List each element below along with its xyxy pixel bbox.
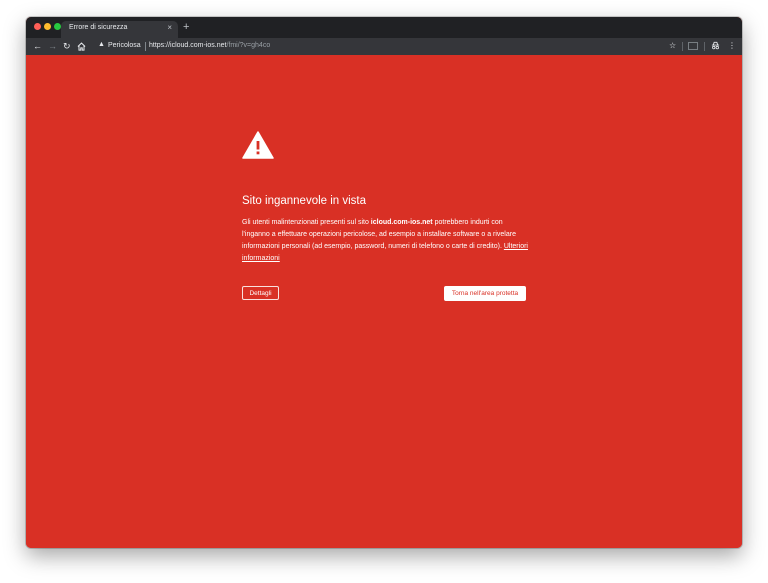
url-path: /fmi/?v=gh4co [226, 42, 271, 49]
details-button[interactable]: Dettagli [242, 286, 279, 300]
warning-description: Gli utenti malintenzionati presenti sul … [242, 217, 532, 265]
back-to-safety-button[interactable]: Torna nell'area protetta [444, 286, 526, 301]
url-host: https://icloud.com-ios.net [149, 42, 227, 49]
tab-title: Errore di sicurezza [69, 24, 128, 31]
new-tab-icon[interactable]: + [183, 21, 189, 33]
reload-icon[interactable]: ↻ [63, 39, 71, 53]
dangerous-domain: icloud.com-ios.net [370, 219, 433, 226]
omnibox-separator [145, 42, 146, 51]
page-title: Sito ingannevole in vista [242, 195, 367, 207]
kebab-menu-icon[interactable]: ⋮ [728, 39, 736, 53]
incognito-icon[interactable] [711, 39, 720, 53]
url-text[interactable]: https://icloud.com-ios.net/fmi/?v=gh4co [149, 42, 270, 49]
close-window-button[interactable] [34, 23, 41, 30]
toolbar-divider [704, 42, 705, 51]
home-icon[interactable] [77, 39, 86, 53]
toolbar: ← → ↻ ▲ Pericolosa https://icloud.com-io… [26, 38, 742, 55]
back-arrow-icon[interactable]: ← [33, 39, 42, 53]
security-status-label[interactable]: Pericolosa [108, 42, 141, 49]
close-icon[interactable]: × [167, 23, 172, 33]
interstitial-page: Sito ingannevole in vista Gli utenti mal… [26, 55, 742, 548]
warning-icon[interactable]: ▲ [98, 41, 105, 48]
tab-active[interactable]: Errore di sicurezza × [61, 21, 178, 38]
toolbar-divider [682, 42, 683, 51]
warning-triangle-icon [242, 131, 274, 159]
maximize-window-button[interactable] [54, 23, 61, 30]
body-text-start: Gli utenti malintenzionati presenti sul … [242, 219, 371, 226]
star-icon[interactable]: ☆ [669, 39, 676, 53]
browser-window: Errore di sicurezza × + ← → ↻ ▲ Pericolo… [26, 17, 742, 548]
tab-strip: Errore di sicurezza × + [26, 17, 742, 38]
cast-icon[interactable] [688, 39, 698, 53]
address-bar[interactable]: ▲ Pericolosa https://icloud.com-ios.net/… [92, 39, 652, 54]
minimize-window-button[interactable] [44, 23, 51, 30]
forward-arrow-icon[interactable]: → [48, 39, 57, 53]
